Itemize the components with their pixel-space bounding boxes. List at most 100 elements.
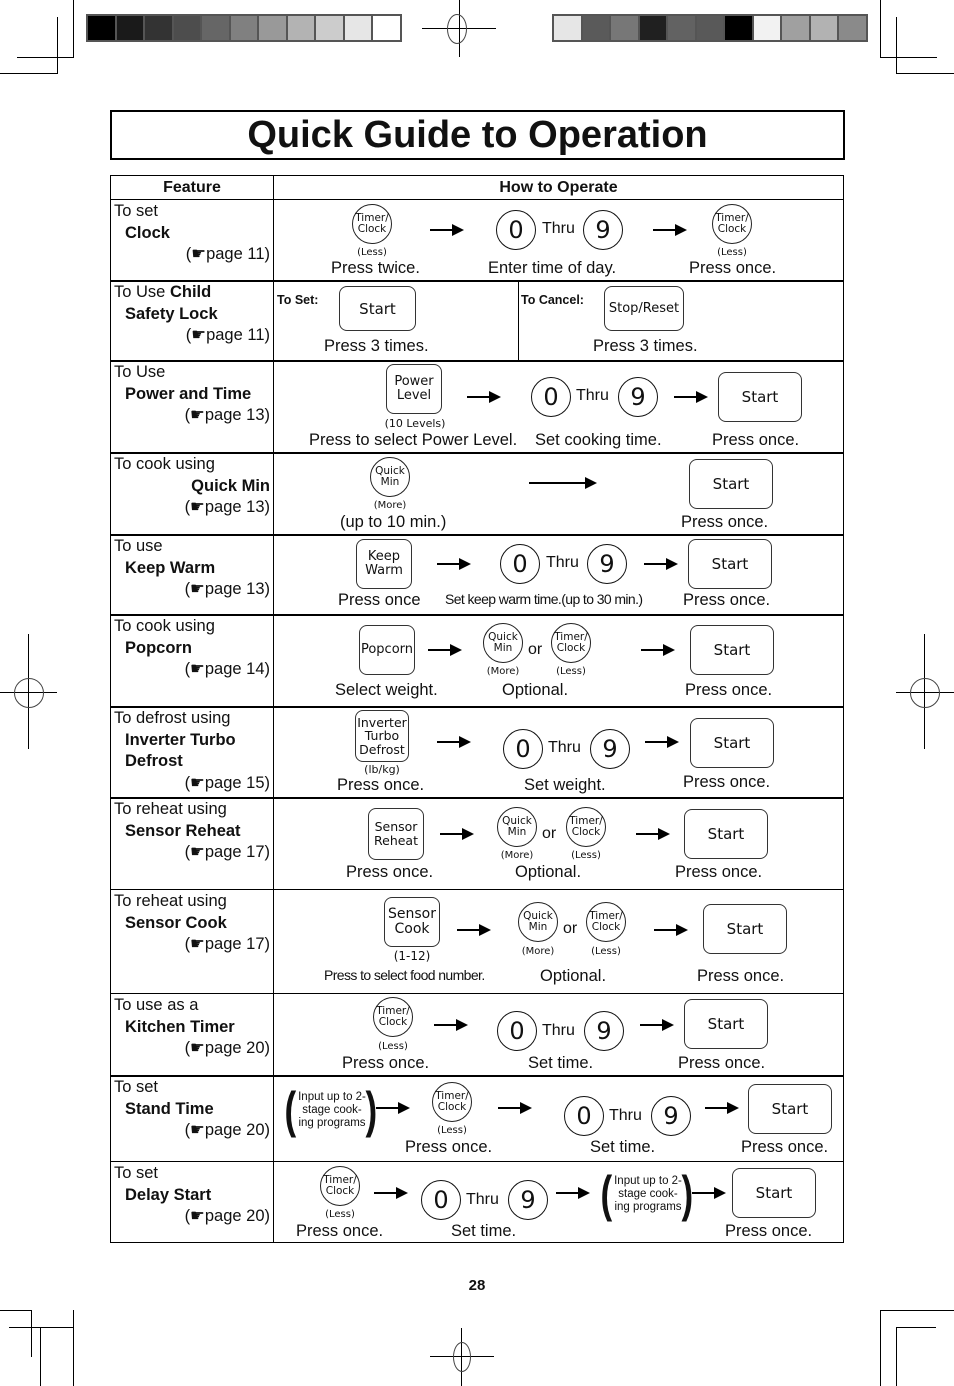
quick-min-key: Quick Min [483,623,523,663]
timer-clock-key: Timer/Clock [373,997,413,1037]
key-label: Defrost [359,741,405,757]
arrow-icon [705,1102,739,1114]
step-caption: Press once. [689,259,777,277]
start-key: Start [689,459,773,509]
quick-guide-table: Feature How to Operate To set Clock (☛pa… [110,175,844,1243]
step-caption: Optional. [502,681,569,699]
thru-label: Thru [542,220,575,237]
thru-label: Thru [542,1022,575,1039]
left-paren: ( [600,1166,613,1222]
thru-label: Thru [548,739,581,756]
feature-intro: To reheat using [114,892,227,910]
feature-name: Delay Start [125,1185,212,1204]
two-stage-text: Input up to 2-stage cook-ing programs [614,1175,682,1213]
timer-clock-key: Timer/Clock [551,623,591,663]
step-caption: Press to select food number. [324,967,485,983]
calibration-swatch [611,16,640,40]
key-label: Clock [571,826,601,838]
step-caption: Press once. [296,1222,384,1240]
crop-mark [880,0,881,58]
right-paren: ) [365,1082,378,1138]
digit-0-key: 0 [497,1011,537,1051]
calibration-swatch [668,16,697,40]
page-reference: (☛page 17) [184,935,270,953]
more-label: (More) [373,500,407,511]
crop-mark [896,1327,936,1328]
arrow-icon [641,644,675,656]
crop-mark [896,1327,897,1386]
food-number-range-label: (1-12) [393,949,431,963]
arrow-icon [653,224,687,236]
less-label: (Less) [556,666,586,677]
calibration-swatch [373,16,401,40]
feature-intro: To Use [114,363,166,381]
page-reference: (☛page 13) [184,580,270,598]
step-caption: Press once. [678,1054,766,1072]
page-reference: (☛page 20) [184,1121,270,1139]
page-reference: (☛page 15) [184,773,270,792]
page-reference: (☛page 13) [184,406,270,424]
calibration-swatch [230,16,260,40]
digit-9-key: 9 [584,1011,624,1051]
calibration-swatch [810,16,840,40]
calibration-swatch [116,16,146,40]
key-label: Clock [357,223,387,235]
thru-label: Thru [466,1191,499,1208]
calibration-swatch [202,16,231,40]
header-how-to-operate: How to Operate [499,179,618,196]
key-label: Clock [437,1101,467,1113]
feature-name: Kitchen Timer [125,1017,235,1036]
step-caption: Press to select Power Level. [309,431,518,449]
step-caption: Press once. [337,776,425,794]
quick-min-key: Quick Min [370,457,410,497]
crop-mark [73,0,74,58]
feature-name: Inverter Turbo [125,730,236,749]
calibration-swatch [753,16,783,40]
step-caption: Optional. [515,863,582,881]
row-divider [111,889,843,890]
digit-9-key: 9 [651,1096,691,1136]
feature-sensor-reheat: To reheat using Sensor Reheat (☛page 17) [114,799,272,864]
feature-intro: To cook using [114,455,215,473]
ten-levels-label: (10 Levels) [384,417,446,430]
feature-kitchen-timer: To use as a Kitchen Timer (☛page 20) [114,995,272,1060]
feature-stand-time: To set Stand Time (☛page 20) [114,1077,272,1142]
key-label: Sensor [388,906,436,922]
feature-name: Stand Time [125,1099,214,1118]
calibration-swatch [782,16,811,40]
calibration-swatch [639,16,669,40]
page-reference: (☛page 13) [184,498,270,516]
step-caption: Set keep warm time.(up to 30 min.) [445,591,643,607]
feature-delay-start: To set Delay Start (☛page 20) [114,1163,272,1228]
page-reference: (☛page 14) [184,660,270,678]
step-caption: Press once. [741,1138,829,1156]
arrow-icon [498,1102,532,1114]
key-label: Min [507,826,527,838]
step-caption: Press once. [725,1222,813,1240]
feature-intro: To set [114,202,159,220]
calibration-swatch [582,16,612,40]
page-reference: (☛page 20) [184,1039,270,1057]
start-key: Start [703,904,787,954]
or-label: or [563,920,578,937]
or-label: or [528,641,543,658]
key-label: Clock [591,921,621,933]
key-label: Power [394,374,434,389]
two-stage-program-note: ( Input up to 2-stage cook-ing programs … [284,1083,377,1139]
step-caption: Press 3 times. [593,337,698,355]
quick-min-key: Quick Min [497,807,537,847]
key-label: Reheat [374,833,418,848]
less-label: (Less) [357,247,387,258]
digit-0-key: 0 [496,210,536,250]
power-level-key: Power Level [386,364,442,414]
crop-mark [896,73,954,74]
key-label: Keep [367,549,401,564]
less-label: (Less) [378,1041,408,1052]
page-title: Quick Guide to Operation [110,110,845,160]
step-caption: Set time. [590,1138,656,1156]
step-caption: Select weight. [335,681,438,699]
crop-mark [17,1327,74,1328]
key-label: Clock [378,1016,408,1028]
feature-sensor-cook: To reheat using Sensor Cook (☛page 17) [114,891,272,956]
key-label: Min [493,642,513,654]
